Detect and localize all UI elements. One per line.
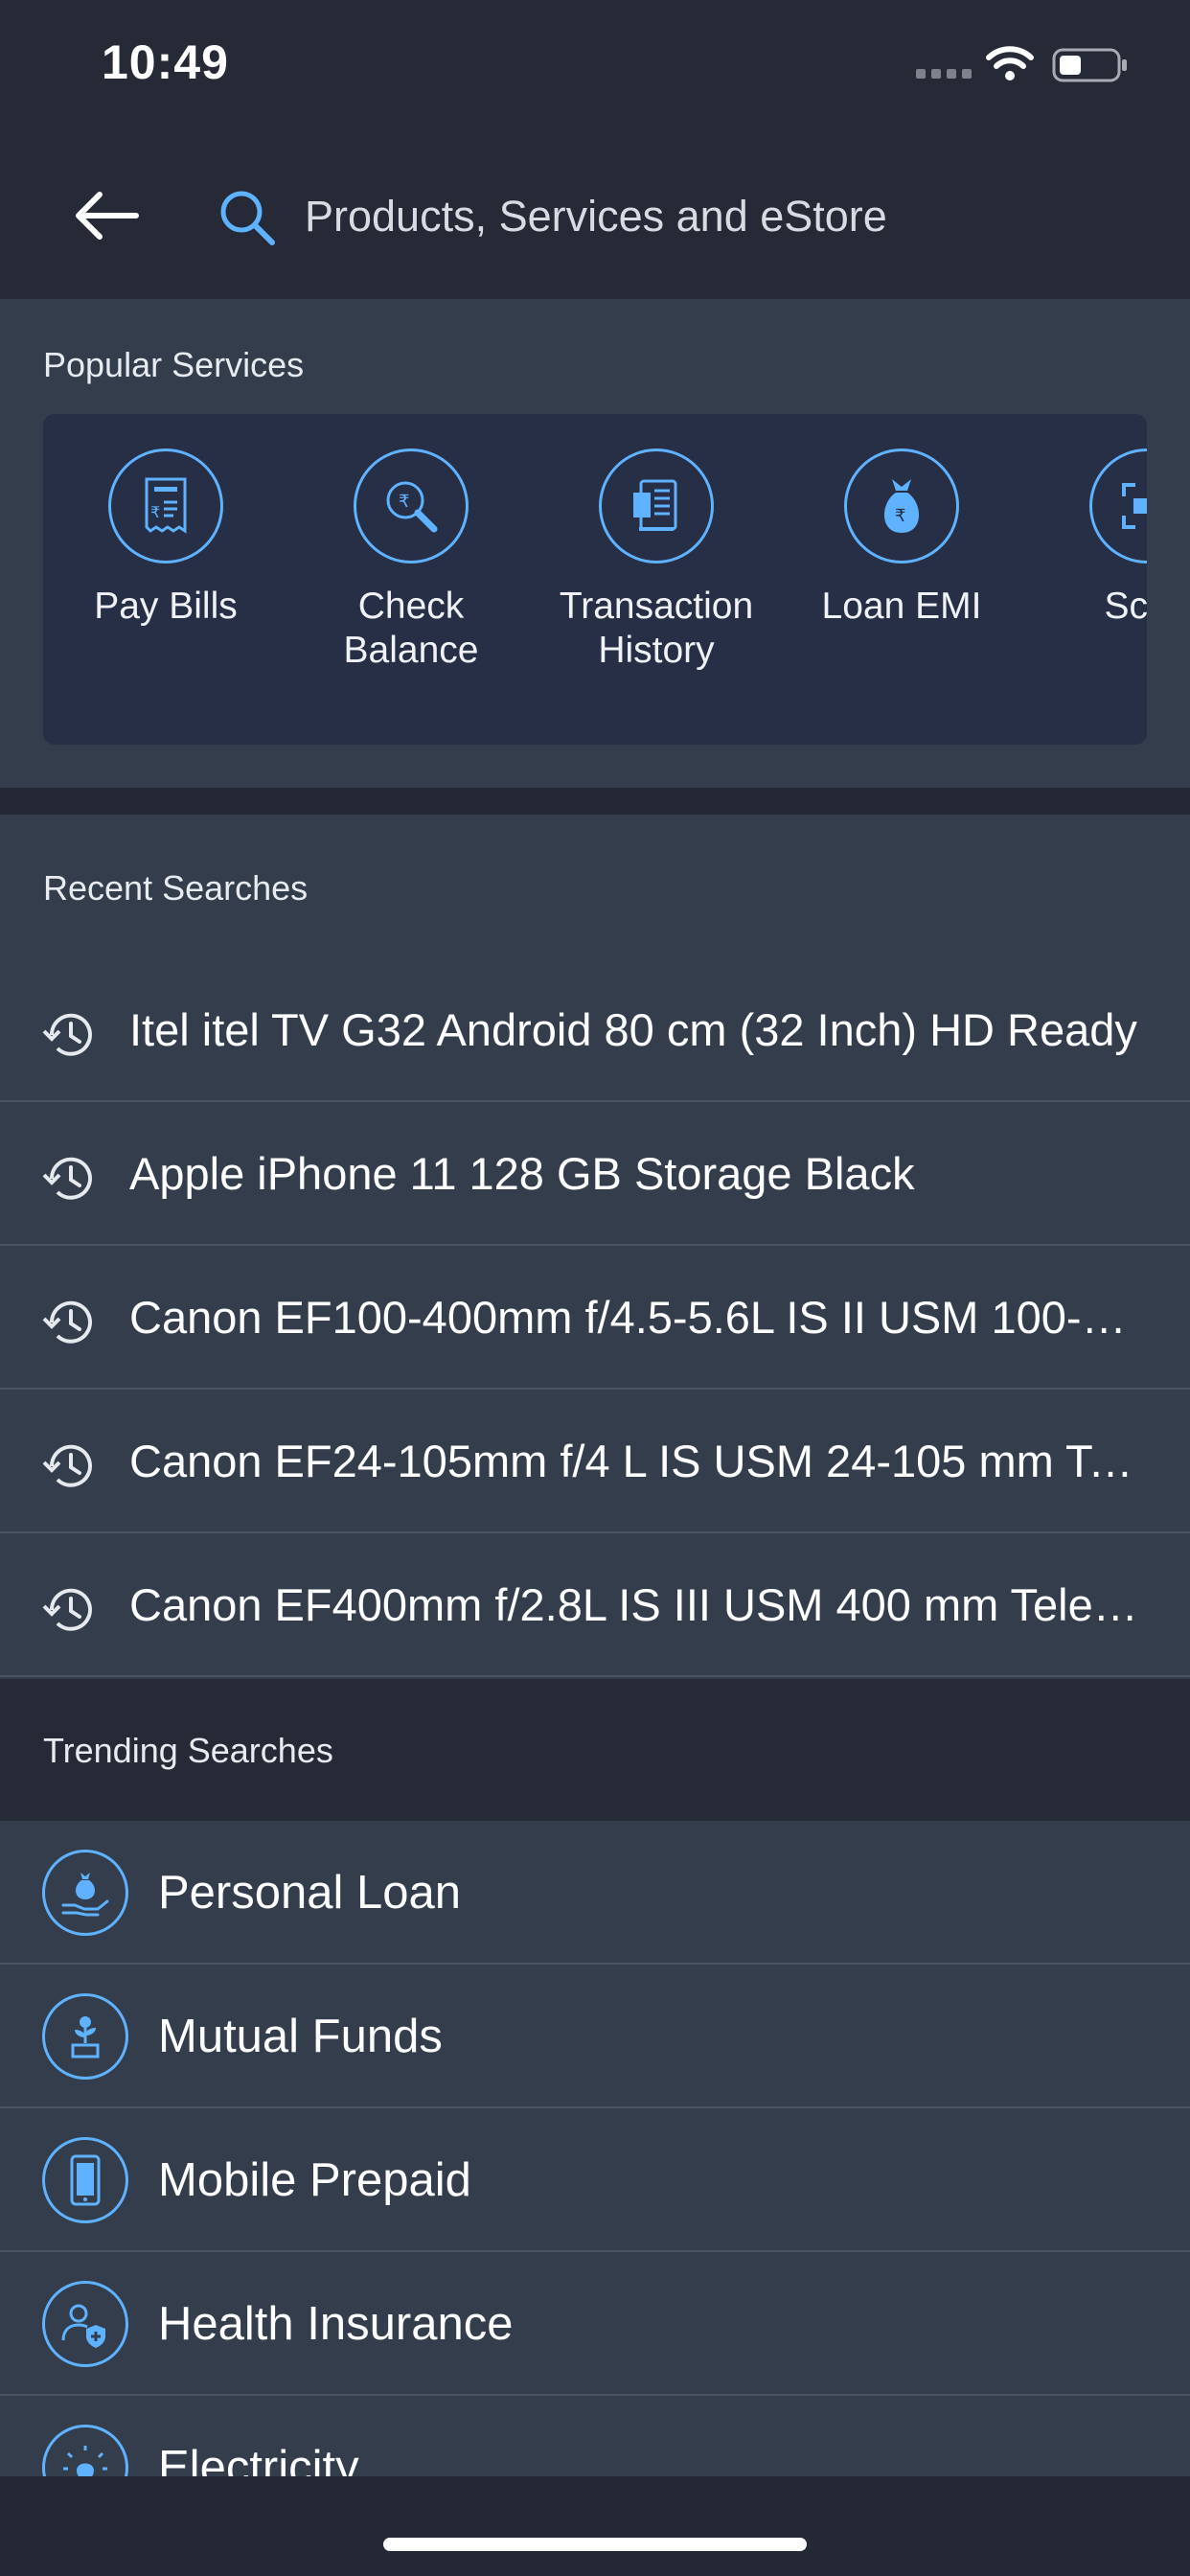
recent-search-item[interactable]: Canon EF100-400mm f/4.5-5.6L IS II USM 1… <box>0 1246 1190 1390</box>
recent-search-item[interactable]: Itel itel TV G32 Android 80 cm (32 Inch)… <box>0 958 1190 1102</box>
trending-item-mutual-funds[interactable]: Mutual Funds <box>0 1965 1190 2108</box>
trending-item-label: Health Insurance <box>158 2298 514 2350</box>
recent-search-item[interactable]: Canon EF400mm f/2.8L IS III USM 400 mm T… <box>0 1533 1190 1677</box>
history-icon <box>42 1157 92 1200</box>
service-label: Check Balance <box>343 586 479 671</box>
service-label: Loan EMI <box>821 586 982 627</box>
status-time: 10:49 <box>102 35 229 89</box>
recent-search-text: Canon EF400mm f/2.8L IS III USM 400 mm T… <box>129 1579 1145 1630</box>
trending-item-label: Mutual Funds <box>158 2011 443 2062</box>
hand-money-bag-icon <box>42 1850 128 1936</box>
cellular-signal-icon <box>916 69 972 79</box>
recent-search-item[interactable]: Apple iPhone 11 128 GB Storage Black <box>0 1102 1190 1246</box>
recent-search-text: Canon EF24-105mm f/4 L IS USM 24-105 mm … <box>129 1436 1145 1486</box>
trending-item-label: Personal Loan <box>158 1867 462 1919</box>
service-check-balance[interactable]: ₹ Check Balance <box>288 414 534 745</box>
trending-item-label: Mobile Prepaid <box>158 2154 471 2206</box>
service-scan[interactable]: Scan <box>1024 414 1147 745</box>
battery-icon <box>1052 48 1127 82</box>
trending-item-personal-loan[interactable]: Personal Loan <box>0 1821 1190 1965</box>
money-bag-icon: ₹ <box>844 448 959 564</box>
person-shield-icon <box>42 2281 128 2367</box>
svg-text:₹: ₹ <box>150 503 160 521</box>
recent-searches-title: Recent Searches <box>43 868 309 908</box>
recent-search-text: Itel itel TV G32 Android 80 cm (32 Inch)… <box>129 1004 1137 1055</box>
scan-icon <box>1089 448 1147 564</box>
services-carousel[interactable]: ₹ Pay Bills ₹ Check Balance Transaction … <box>43 414 1147 745</box>
screen: 10:49 Popular Services <box>0 0 1190 2576</box>
document-list-icon <box>599 448 714 564</box>
trending-searches-title: Trending Searches <box>43 1731 333 1770</box>
wifi-icon <box>986 46 1034 80</box>
service-loan-emi[interactable]: ₹ Loan EMI <box>779 414 1024 745</box>
section-divider <box>0 788 1190 815</box>
service-label: Pay Bills <box>94 586 238 627</box>
trending-item-mobile-prepaid[interactable]: Mobile Prepaid <box>0 2108 1190 2252</box>
history-icon <box>42 1588 92 1631</box>
search-header <box>0 134 1190 299</box>
popular-services-section: Popular Services ₹ Pay Bills ₹ Check Bal… <box>0 299 1190 788</box>
status-bar: 10:49 <box>0 0 1190 134</box>
recent-searches-list: Itel itel TV G32 Android 80 cm (32 Inch)… <box>0 958 1190 1677</box>
back-arrow-icon[interactable] <box>67 177 144 254</box>
home-indicator-bar <box>0 2476 1190 2576</box>
history-icon <box>42 1013 92 1056</box>
service-transaction-history[interactable]: Transaction History <box>534 414 779 745</box>
svg-text:₹: ₹ <box>895 506 905 526</box>
service-pay-bills[interactable]: ₹ Pay Bills <box>43 414 288 745</box>
service-label: Scan <box>1104 586 1147 627</box>
popular-services-title: Popular Services <box>43 345 305 384</box>
search-input[interactable] <box>305 180 1148 253</box>
mobile-phone-icon <box>42 2137 128 2223</box>
trending-searches-header: Trending Searches <box>0 1679 1190 1821</box>
recent-searches-section: Recent Searches Itel itel TV G32 Android… <box>0 815 1190 1677</box>
trending-item-health-insurance[interactable]: Health Insurance <box>0 2252 1190 2396</box>
history-icon <box>42 1444 92 1487</box>
magnifier-rupee-icon: ₹ <box>354 448 469 564</box>
home-indicator[interactable] <box>383 2538 807 2551</box>
search-icon <box>220 191 275 245</box>
plant-growth-icon <box>42 1993 128 2080</box>
recent-search-text: Canon EF100-400mm f/4.5-5.6L IS II USM 1… <box>129 1292 1145 1343</box>
service-label: Transaction History <box>559 586 754 671</box>
recent-search-item[interactable]: Canon EF24-105mm f/4 L IS USM 24-105 mm … <box>0 1390 1190 1533</box>
trending-searches-list: Personal Loan Mutual Funds Mobile Prepai… <box>0 1821 1190 2540</box>
bill-receipt-icon: ₹ <box>108 448 223 564</box>
history-icon <box>42 1300 92 1344</box>
recent-search-text: Apple iPhone 11 128 GB Storage Black <box>129 1148 915 1199</box>
svg-text:₹: ₹ <box>399 492 409 512</box>
